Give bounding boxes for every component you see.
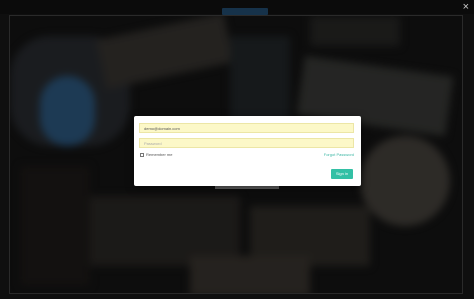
dialog-shadow-bar <box>215 186 279 189</box>
app-window: × Remember me Forgot Password Sign in <box>0 0 474 299</box>
remember-me-label: Remember me <box>146 152 173 157</box>
checkbox-icon[interactable] <box>140 152 144 157</box>
top-bar: × <box>0 0 474 15</box>
sign-in-button[interactable]: Sign in <box>331 169 353 179</box>
brand-logo <box>222 8 268 15</box>
login-dialog: Remember me Forgot Password Sign in <box>134 116 361 186</box>
email-field[interactable] <box>139 123 354 133</box>
password-field[interactable] <box>139 138 354 148</box>
forgot-password-link[interactable]: Forgot Password <box>324 152 354 157</box>
close-icon[interactable]: × <box>463 1 469 13</box>
remember-me[interactable]: Remember me <box>140 152 172 157</box>
